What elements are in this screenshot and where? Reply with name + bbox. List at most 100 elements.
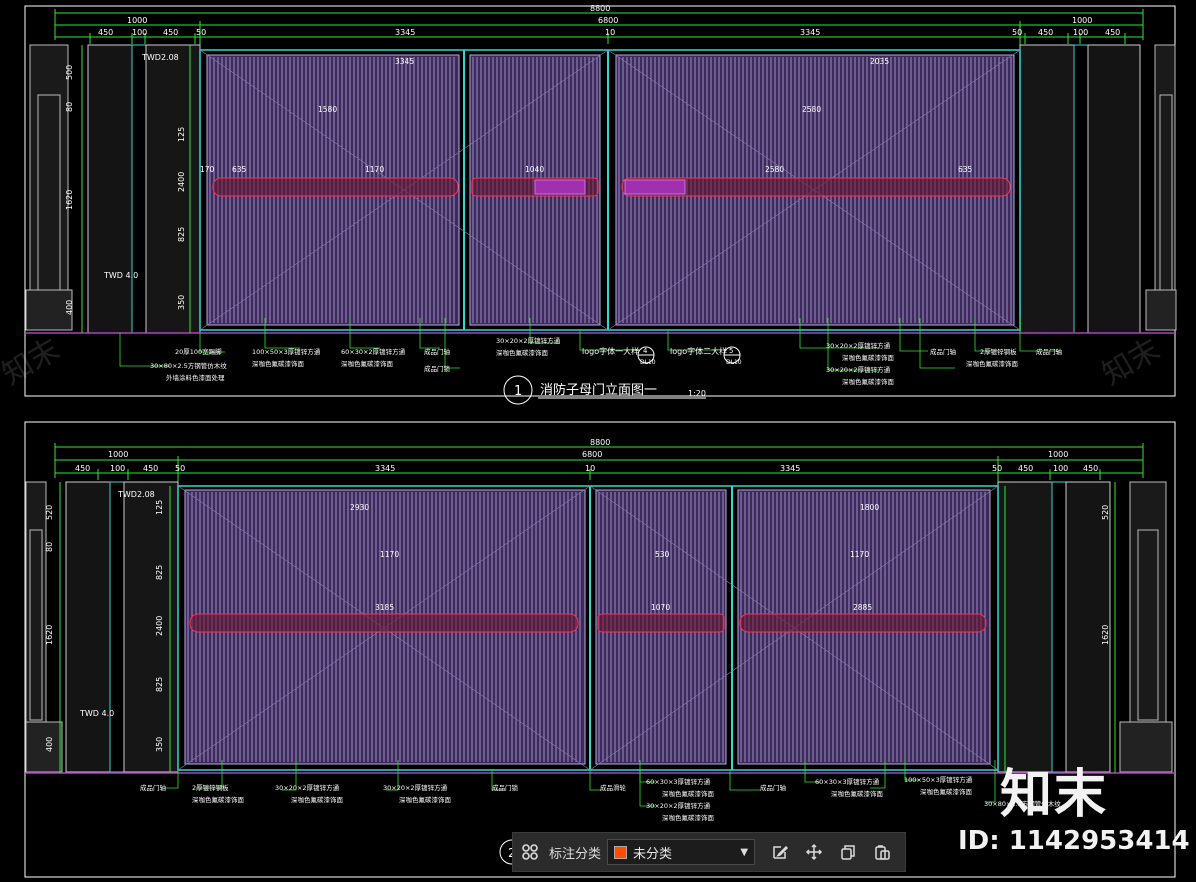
callout: 60×30×2厚镀锌方通 [341,347,406,356]
note-dim: 2035 [870,57,889,66]
paste-icon[interactable] [865,835,899,869]
dim-seg: 50 [175,464,185,473]
height-dim: 400 [65,300,74,315]
height-dim: 125 [155,500,164,515]
dim-leaf: 3345 [800,28,820,37]
callout: 30×20×2厚镀锌方通 [496,336,561,345]
callout: 2厚镀锌钢板 [192,783,229,792]
callout: 30×20×2厚镀锌方通 [383,783,448,792]
callout: logo字体二大样 [670,346,727,356]
callout: 外墙涂料色漆面处理 [166,373,225,382]
dim-side-right: 1000 [1072,16,1092,25]
note-dim: 635 [232,165,247,174]
dim-overall: 8800 [590,4,610,13]
tag-twd: TWD 4.0 [79,709,114,718]
dim-seg: 450 [98,28,113,37]
logo-ref-no: 4 [643,347,648,355]
callout: 成品门锁 [424,364,451,373]
category-select[interactable]: 未分类 ▼ [607,839,756,865]
note-dim: 1170 [380,550,399,559]
callout: 深咖色氟碳漆饰面 [399,795,452,804]
note-dim: 170 [200,165,215,174]
dim-seg: 100 [110,464,125,473]
watermark-logo: 知末 [1000,765,1109,825]
callout: 深咖色氟碳漆饰面 [341,359,394,368]
callout: 成品滑轮 [600,783,627,792]
callout: 成品门锁 [492,783,519,792]
callout: 20厚100宽踢脚 [175,347,222,356]
dim-mid: 6800 [598,16,618,25]
callout: 60×30×3厚镀锌方通 [815,777,880,786]
dim-leaf: 3345 [780,464,800,473]
dim-seg: 50 [196,28,206,37]
move-icon[interactable] [797,835,831,869]
dim-seg: 450 [75,464,90,473]
title-scale: 1:20 [688,389,706,398]
callout: 深咖色氟碳漆饰面 [496,348,549,357]
note-dim: 2885 [853,603,872,612]
height-dim: 1620 [1101,625,1110,645]
note-dim: 635 [958,165,973,174]
callout: 深咖色氟碳漆饰面 [662,813,715,822]
edit-icon[interactable] [763,835,797,869]
callout: 30×20×2厚镀锌方通 [826,365,891,374]
height-dim: 400 [45,737,54,752]
callout: 深咖色氟碳漆饰面 [842,353,895,362]
note-dim: 530 [655,550,670,559]
note-dim: 1800 [860,503,879,512]
height-dim: 125 [177,127,186,142]
note-dim: 2580 [765,165,784,174]
dim-mid: 6800 [582,450,602,459]
dim-seg: 450 [1018,464,1033,473]
note-dim: 1170 [850,550,869,559]
callout: 深咖色氟碳漆饰面 [252,359,305,368]
callout: 30×20×2厚镀锌方通 [275,783,340,792]
callout: 深咖色氟碳漆饰面 [291,795,344,804]
callout: 深咖色氟碳漆饰面 [966,359,1019,368]
note-dim: 1070 [651,603,670,612]
note-dim: 1040 [525,165,544,174]
callout: 深咖色氟碳漆饰面 [842,377,895,386]
logo-ref-sheet: DL10 [640,359,656,366]
callout: 深咖色氟碳漆饰面 [920,787,973,796]
callout: 成品门轴 [1036,347,1063,356]
dim-leaf: 3345 [395,28,415,37]
grid-icon[interactable] [513,835,547,869]
dim-leaf: 3345 [375,464,395,473]
dim-side-left: 1000 [108,450,128,459]
callout: 60×30×3厚镀锌方通 [646,777,711,786]
dim-seg: 50 [992,464,1002,473]
tag-twd: TWD2.08 [141,53,179,62]
height-dim: 1620 [45,625,54,645]
title-number: 1 [514,384,522,399]
category-color-swatch [614,845,628,859]
tag-twd: TWD 4.0 [103,271,138,280]
tag-twd: TWD2.08 [117,490,155,499]
callout: 2厚镀锌钢板 [980,347,1017,356]
annotation-toolbar: 标注分类 未分类 ▼ [512,832,906,872]
callout: 100×50×3厚镀锌方通 [252,347,321,356]
callout: 深咖色氟碳漆饰面 [192,795,245,804]
height-dim: 825 [177,227,186,242]
note-dim: 2580 [802,105,821,114]
callout: 成品门轴 [760,783,787,792]
callout: 30×20×2厚镀锌方通 [826,341,891,350]
height-dim: 350 [177,295,186,310]
callout: 成品门轴 [930,347,957,356]
copy-icon[interactable] [831,835,865,869]
callout: 30×20×2厚镀锌方通 [646,801,711,810]
pillar-left-1 [25,44,201,334]
cad-drawing-canvas: 8800 1000 6800 1000 450 100 450 50 3345 … [0,0,1196,882]
title-text: 消防子母门立面图一 [540,382,657,398]
callout: 100×50×3厚镀锌方通 [904,775,973,784]
callout: 深咖色氟碳漆饰面 [831,789,884,798]
dim-seg: 450 [163,28,178,37]
callout: 成品门轴 [140,783,167,792]
callout: 深咖色氟碳漆饰面 [662,789,715,798]
dim-side-right: 1000 [1048,450,1068,459]
height-dim: 520 [45,505,54,520]
dim-overall: 8800 [590,438,610,447]
callout: logo字体一大样 [582,346,639,356]
dim-side-left: 1000 [127,16,147,25]
height-dim: 500 [65,65,74,80]
